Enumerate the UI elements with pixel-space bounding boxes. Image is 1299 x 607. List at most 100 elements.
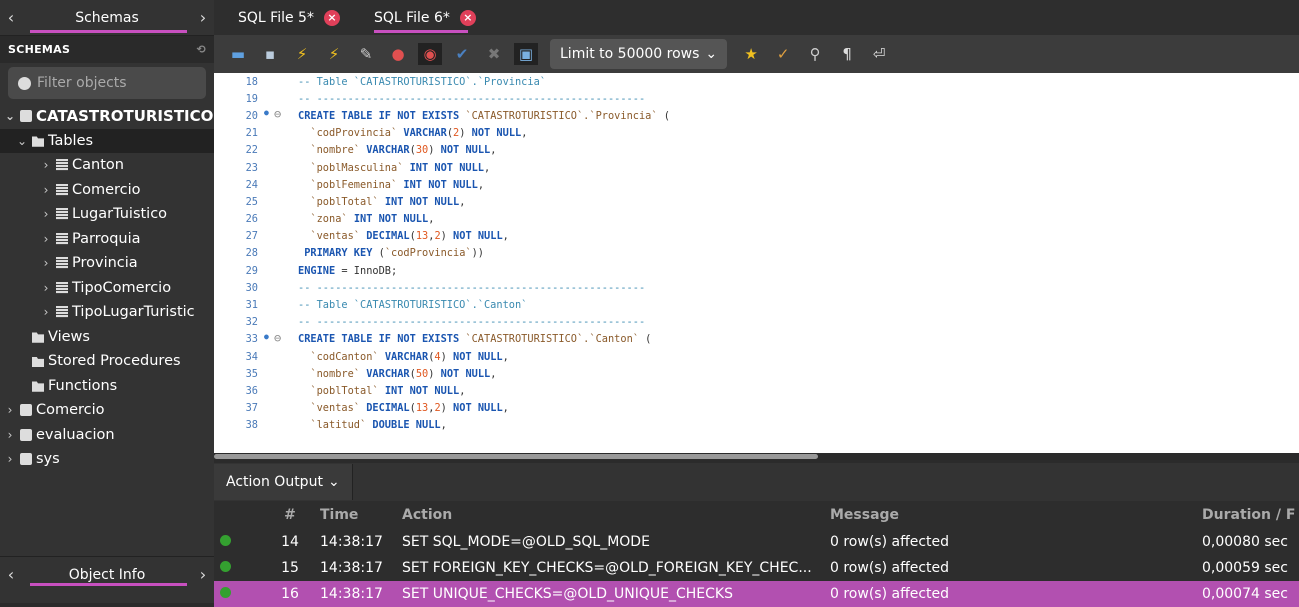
open-folder-icon[interactable]: ▬ xyxy=(226,43,250,65)
gutter xyxy=(262,193,298,210)
beautify-icon[interactable]: ★ xyxy=(739,43,763,65)
chevron-right-icon[interactable]: › xyxy=(4,428,16,442)
col-duration[interactable]: Duration / F xyxy=(1200,507,1299,523)
tab-sql-file-5[interactable]: SQL File 5* × xyxy=(214,0,350,35)
code-line[interactable]: 22 `nombre` VARCHAR(30) NOT NULL, xyxy=(214,142,1299,159)
code-line[interactable]: 30 -- -----------------------------------… xyxy=(214,279,1299,296)
tree-item[interactable]: › Provincia xyxy=(0,251,214,276)
action-output-select[interactable]: Action Output ⌄ xyxy=(214,464,353,500)
tree-item[interactable]: ⌄ CATASTROTURISTICO xyxy=(0,104,214,129)
code-line[interactable]: 26 `zona` INT NOT NULL, xyxy=(214,211,1299,228)
invisible-chars-icon[interactable]: ¶ xyxy=(835,43,859,65)
tree-item[interactable]: › sys xyxy=(0,447,214,472)
snippet-icon[interactable]: ✓ xyxy=(771,43,795,65)
code-line[interactable]: 38 `latitud` DOUBLE NULL, xyxy=(214,417,1299,434)
sidebar-prev-arrow[interactable]: ‹ xyxy=(0,8,22,27)
col-message[interactable]: Message xyxy=(828,507,1200,523)
save-icon[interactable]: ▪ xyxy=(258,43,282,65)
tree-item[interactable]: › TipoLugarTuristic xyxy=(0,300,214,325)
code-text: `poblFemenina` INT NOT NULL, xyxy=(310,178,485,191)
chevron-down-icon[interactable]: ⌄ xyxy=(16,134,28,148)
fold-icon[interactable]: ⊖ xyxy=(274,107,281,121)
tree-item[interactable]: › TipoComercio xyxy=(0,276,214,301)
table-row[interactable]: 16 14:38:17 SET UNIQUE_CHECKS=@OLD_UNIQUE_… xyxy=(214,581,1299,607)
chevron-right-icon[interactable]: › xyxy=(4,452,16,466)
find-icon[interactable]: ⚲ xyxy=(803,43,827,65)
tree-item[interactable]: › Comercio xyxy=(0,398,214,423)
refresh-icon[interactable]: ⟲ xyxy=(196,43,206,56)
tab-sql-file-6[interactable]: SQL File 6* × xyxy=(350,0,486,35)
code-line[interactable]: 35 `nombre` VARCHAR(50) NOT NULL, xyxy=(214,365,1299,382)
fold-icon[interactable]: ⊖ xyxy=(274,331,281,345)
code-text: CREATE TABLE IF NOT EXISTS `CATASTROTURI… xyxy=(298,109,670,122)
code-text: ENGINE = InnoDB; xyxy=(298,264,398,277)
database-icon xyxy=(20,453,32,466)
code-line[interactable]: 33 ● ⊖ CREATE TABLE IF NOT EXISTS `CATASTRO… xyxy=(214,331,1299,348)
horizontal-scrollbar[interactable] xyxy=(214,453,1299,461)
limit-rows-label: Limit to 50000 rows xyxy=(560,46,700,62)
code-line[interactable]: 21 `codProvincia` VARCHAR(2) NOT NULL, xyxy=(214,125,1299,142)
tree-item[interactable]: › Canton xyxy=(0,153,214,178)
col-time[interactable]: Time xyxy=(314,507,400,523)
tree-item[interactable]: Views xyxy=(0,325,214,350)
wrap-lines-icon[interactable]: ⏎ xyxy=(867,43,891,65)
code-line[interactable]: 20 ● ⊖ CREATE TABLE IF NOT EXISTS `CATASTRO… xyxy=(214,107,1299,124)
filter-input[interactable]: Filter objects xyxy=(8,67,206,99)
chevron-right-icon[interactable]: › xyxy=(40,305,52,319)
table-icon xyxy=(56,281,68,294)
code-line[interactable]: 27 `ventas` DECIMAL(13,2) NOT NULL, xyxy=(214,228,1299,245)
table-row[interactable]: 15 14:38:17 SET FOREIGN_KEY_CHECKS=@OLD_FO… xyxy=(214,555,1299,581)
object-info-title[interactable]: Object Info xyxy=(22,567,192,583)
code-line[interactable]: 23 `poblMasculina` INT NOT NULL, xyxy=(214,159,1299,176)
rollback-icon[interactable]: ✖ xyxy=(482,43,506,65)
code-line[interactable]: 36 `poblTotal` INT NOT NULL, xyxy=(214,382,1299,399)
sidebar-next-arrow[interactable]: › xyxy=(192,8,214,27)
output-header: Action Output ⌄ xyxy=(214,463,1299,501)
chevron-right-icon[interactable]: › xyxy=(40,256,52,270)
code-line[interactable]: 34 `codCanton` VARCHAR(4) NOT NULL, xyxy=(214,348,1299,365)
tree-item[interactable]: › evaluacion xyxy=(0,423,214,448)
limit-rows-select[interactable]: Limit to 50000 rows ⌄ xyxy=(550,39,728,69)
code-line[interactable]: 37 `ventas` DECIMAL(13,2) NOT NULL, xyxy=(214,400,1299,417)
tree-item[interactable]: Functions xyxy=(0,374,214,399)
chevron-right-icon[interactable]: › xyxy=(40,232,52,246)
commit-icon[interactable]: ✔ xyxy=(450,43,474,65)
close-icon[interactable]: × xyxy=(459,9,476,26)
close-icon[interactable]: × xyxy=(323,9,340,26)
execute-icon[interactable]: ⚡ xyxy=(290,43,314,65)
chevron-right-icon[interactable]: › xyxy=(40,158,52,172)
code-line[interactable]: 31 -- Table `CATASTROTURISTICO`.`Canton` xyxy=(214,296,1299,313)
tree-item[interactable]: › LugarTuistico xyxy=(0,202,214,227)
code-line[interactable]: 29 ENGINE = InnoDB; xyxy=(214,262,1299,279)
chevron-right-icon[interactable]: › xyxy=(40,281,52,295)
chevron-right-icon[interactable]: › xyxy=(40,207,52,221)
object-info-next-arrow[interactable]: › xyxy=(192,565,214,584)
autocommit-icon[interactable]: ▣ xyxy=(514,43,538,65)
tree-item[interactable]: ⌄ Tables xyxy=(0,128,214,153)
toggle-error-icon[interactable]: ◉ xyxy=(418,43,442,65)
col-action[interactable]: Action xyxy=(400,507,828,523)
tree-item[interactable]: Stored Procedures xyxy=(0,349,214,374)
stop-icon[interactable]: ● xyxy=(386,43,410,65)
table-icon xyxy=(56,159,68,172)
row-duration: 0,00080 sec xyxy=(1202,534,1288,550)
tree-item[interactable]: › Parroquia xyxy=(0,227,214,252)
success-icon xyxy=(220,535,231,546)
object-info-prev-arrow[interactable]: ‹ xyxy=(0,565,22,584)
execute-current-icon[interactable]: ⚡ xyxy=(322,43,346,65)
col-number[interactable]: # xyxy=(266,507,314,523)
explain-icon[interactable]: ✎ xyxy=(354,43,378,65)
code-line[interactable]: 19 -- -----------------------------------… xyxy=(214,90,1299,107)
code-line[interactable]: 25 `poblTotal` INT NOT NULL, xyxy=(214,193,1299,210)
chevron-right-icon[interactable]: › xyxy=(40,183,52,197)
scrollbar-thumb[interactable] xyxy=(214,454,818,459)
table-row[interactable]: 14 14:38:17 SET SQL_MODE=@OLD_SQL_MODE 0 ro… xyxy=(214,529,1299,555)
code-line[interactable]: 28 PRIMARY KEY (`codProvincia`)) xyxy=(214,245,1299,262)
sql-editor[interactable]: 18 -- Table `CATASTROTURISTICO`.`Provinci… xyxy=(214,73,1299,453)
tree-item[interactable]: › Comercio xyxy=(0,178,214,203)
chevron-down-icon[interactable]: ⌄ xyxy=(4,109,16,123)
chevron-right-icon[interactable]: › xyxy=(4,403,16,417)
code-line[interactable]: 18 -- Table `CATASTROTURISTICO`.`Provinci… xyxy=(214,73,1299,90)
code-line[interactable]: 24 `poblFemenina` INT NOT NULL, xyxy=(214,176,1299,193)
code-line[interactable]: 32 -- -----------------------------------… xyxy=(214,314,1299,331)
